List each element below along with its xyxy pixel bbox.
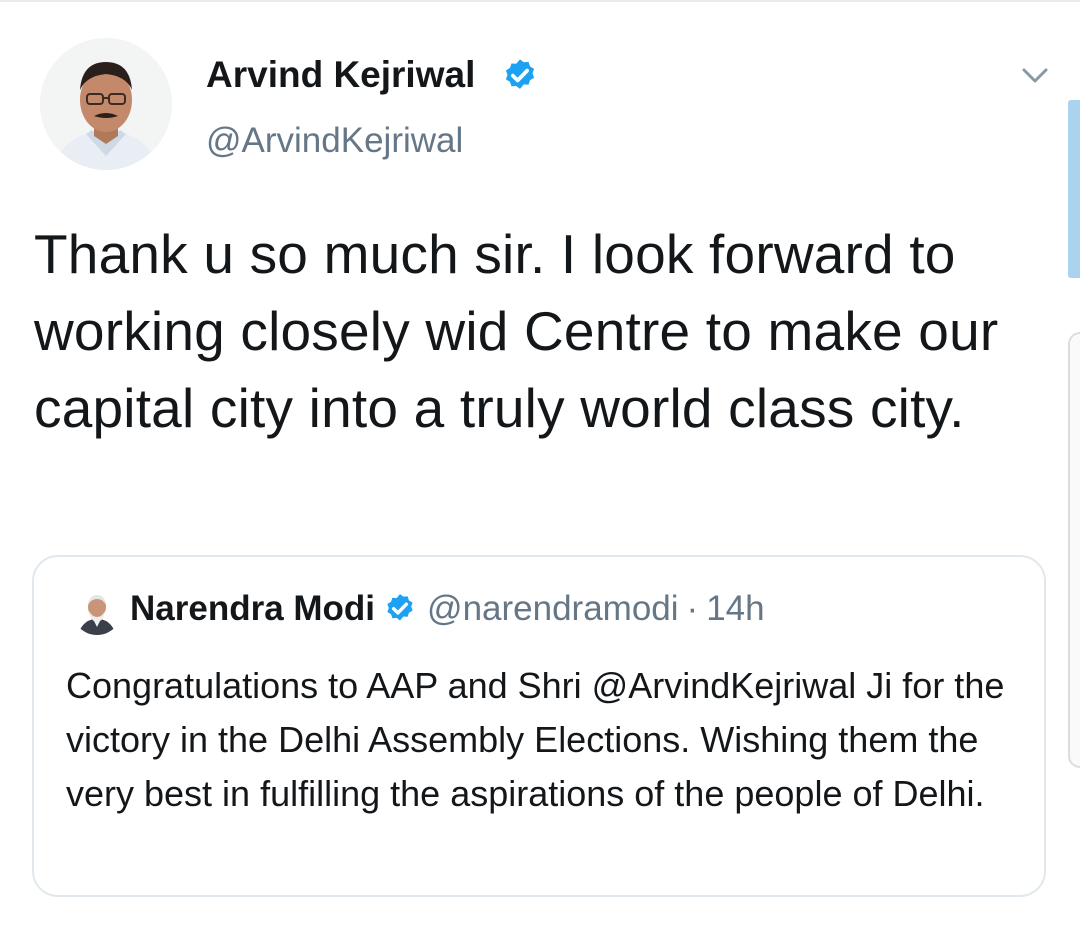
quoted-tweet-timestamp[interactable]: 14h (706, 589, 764, 629)
quoted-tweet-text: Congratulations to AAP and Shri @ArvindK… (66, 665, 1005, 814)
quoted-author-name[interactable]: Narendra Modi (130, 589, 375, 629)
scroll-indicator (1068, 100, 1080, 278)
author-name[interactable]: Arvind Kejriwal (206, 52, 475, 98)
side-panel-edge (1068, 332, 1080, 768)
quoted-author-avatar-image (72, 585, 122, 635)
author-avatar[interactable] (40, 38, 172, 170)
verified-badge-icon (387, 594, 413, 621)
top-divider (0, 0, 1080, 2)
author-avatar-image (40, 38, 172, 170)
tweet-text: Thank u so much sir. I look forward to w… (34, 223, 999, 439)
quoted-meta-separator: · (686, 589, 699, 628)
chevron-down-icon[interactable] (1018, 60, 1052, 90)
quoted-tweet-header: Narendra Modi @narendramodi · 14h (130, 587, 765, 631)
tweet-page: Arvind Kejriwal @ArvindKejriwal Thank u … (0, 0, 1080, 939)
quoted-tweet-card[interactable]: Narendra Modi @narendramodi · 14h Congra… (32, 555, 1046, 897)
quoted-author-avatar (72, 585, 122, 635)
verified-badge-icon (505, 59, 535, 89)
quoted-author-handle[interactable]: @narendramodi (427, 589, 679, 629)
author-handle[interactable]: @ArvindKejriwal (206, 118, 463, 164)
